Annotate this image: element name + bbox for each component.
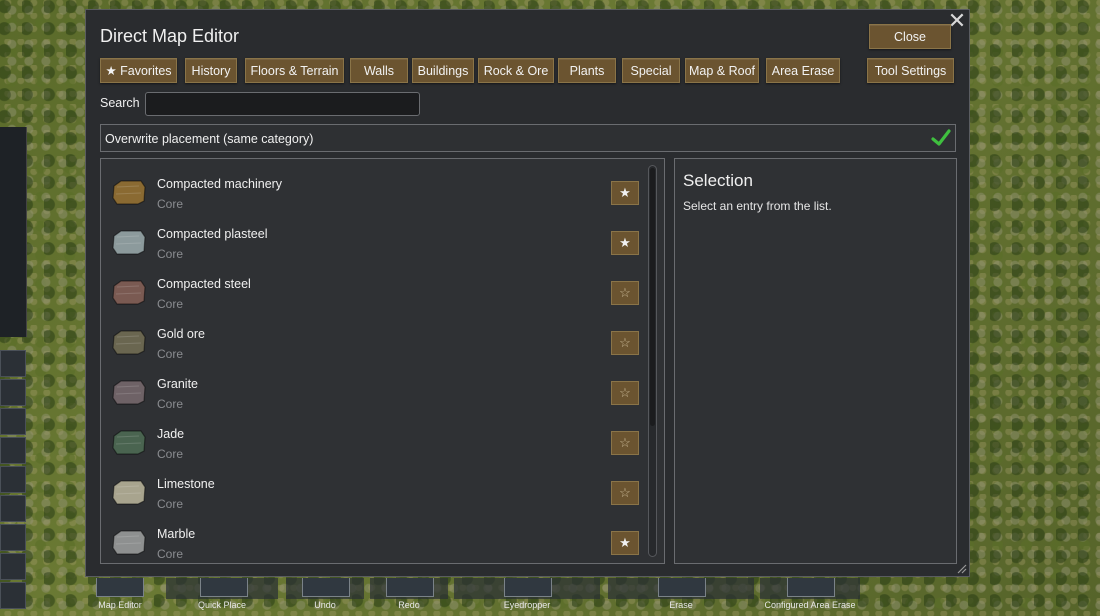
- left-tab[interactable]: [0, 495, 26, 522]
- favorite-star-button[interactable]: ☆: [611, 431, 639, 455]
- undo-icon: [302, 578, 350, 597]
- item-name: Compacted machinery: [157, 177, 283, 191]
- overwrite-placement-toggle[interactable]: Overwrite placement (same category): [100, 124, 956, 152]
- search-label: Search: [100, 96, 140, 110]
- list-item[interactable]: Granite Core ☆: [101, 364, 641, 414]
- item-name: Jade: [157, 427, 185, 441]
- window-title: Direct Map Editor: [100, 26, 240, 46]
- item-source: Core: [157, 547, 184, 561]
- list-item[interactable]: Compacted steel Core ☆: [101, 264, 641, 314]
- item-source: Core: [157, 297, 184, 311]
- tab-special[interactable]: Special: [622, 58, 680, 83]
- selection-panel: Selection Select an entry from the list.: [674, 158, 957, 564]
- material-swatch-icon: [112, 530, 146, 555]
- overwrite-label: Overwrite placement (same category): [105, 132, 314, 146]
- tab-floors-terrain[interactable]: Floors & Terrain: [245, 58, 344, 83]
- map-editor-label: Map Editor: [98, 600, 142, 610]
- material-swatch-icon: [112, 330, 146, 355]
- undo-button[interactable]: Undo: [286, 578, 364, 616]
- favorite-star-button[interactable]: ★: [611, 231, 639, 255]
- material-swatch-icon: [112, 180, 146, 205]
- scrollbar-thumb[interactable]: [650, 168, 655, 426]
- redo-label: Redo: [398, 600, 420, 610]
- erase-button[interactable]: Erase: [608, 578, 754, 616]
- favorite-star-button[interactable]: ☆: [611, 281, 639, 305]
- tab-buildings[interactable]: Buildings: [412, 58, 474, 83]
- left-tab[interactable]: [0, 466, 26, 493]
- tab-favorites[interactable]: ★ Favorites: [100, 58, 177, 83]
- bottom-toolbar: Map Editor Quick Place Undo Redo Eyedrop…: [80, 578, 860, 616]
- left-side-panel: [0, 127, 27, 337]
- favorite-star-button[interactable]: ☆: [611, 381, 639, 405]
- selection-title: Selection: [683, 171, 753, 190]
- tab-area-erase[interactable]: Area Erase: [766, 58, 840, 83]
- erase-label: Erase: [669, 600, 693, 610]
- material-swatch-icon: [112, 480, 146, 505]
- left-tab[interactable]: [0, 524, 26, 551]
- quick-place-icon: [200, 578, 248, 597]
- item-source: Core: [157, 347, 184, 361]
- item-name: Compacted steel: [157, 277, 251, 291]
- redo-button[interactable]: Redo: [370, 578, 448, 616]
- undo-label: Undo: [314, 600, 336, 610]
- left-tab[interactable]: [0, 350, 26, 377]
- configured-area-erase-button[interactable]: Configured Area Erase: [760, 578, 860, 616]
- left-tab[interactable]: [0, 437, 26, 464]
- left-tab[interactable]: [0, 582, 26, 609]
- favorite-star-button[interactable]: ☆: [611, 331, 639, 355]
- list-item[interactable]: Jade Core ☆: [101, 414, 641, 464]
- list-item[interactable]: Compacted plasteel Core ★: [101, 214, 641, 264]
- direct-map-editor-window: ✕ Direct Map Editor Close ★ Favorites Hi…: [85, 9, 970, 577]
- item-name: Granite: [157, 377, 198, 391]
- item-name: Limestone: [157, 477, 215, 491]
- list-item[interactable]: Compacted machinery Core ★: [101, 164, 641, 214]
- redo-icon: [386, 578, 434, 597]
- item-source: Core: [157, 397, 184, 411]
- list-item[interactable]: Gold ore Core ☆: [101, 314, 641, 364]
- item-list: Compacted machinery Core ★ Compacted plaste…: [100, 158, 665, 564]
- map-editor-icon: [96, 578, 144, 597]
- left-tab[interactable]: [0, 379, 26, 406]
- left-tab[interactable]: [0, 408, 26, 435]
- left-side-tabs: [0, 350, 26, 611]
- eyedropper-label: Eyedropper: [503, 600, 551, 610]
- material-swatch-icon: [112, 430, 146, 455]
- item-source: Core: [157, 447, 184, 461]
- material-swatch-icon: [112, 280, 146, 305]
- material-swatch-icon: [112, 230, 146, 255]
- material-swatch-icon: [112, 380, 146, 405]
- favorite-star-button[interactable]: ★: [611, 181, 639, 205]
- item-source: Core: [157, 247, 184, 261]
- checkmark-icon: [931, 129, 951, 146]
- tab-plants[interactable]: Plants: [558, 58, 616, 83]
- favorite-star-button[interactable]: ☆: [611, 481, 639, 505]
- selection-hint: Select an entry from the list.: [683, 199, 832, 213]
- tab-map-roof[interactable]: Map & Roof: [685, 58, 759, 83]
- eyedropper-icon: [504, 578, 552, 597]
- list-item[interactable]: Marble Core ★: [101, 514, 641, 563]
- list-scrollbar[interactable]: [648, 165, 657, 557]
- favorite-star-button[interactable]: ★: [611, 531, 639, 555]
- tab-rock-ore[interactable]: Rock & Ore: [478, 58, 554, 83]
- item-name: Compacted plasteel: [157, 227, 268, 241]
- eyedropper-button[interactable]: Eyedropper: [454, 578, 600, 616]
- quick-place-button[interactable]: Quick Place: [166, 578, 278, 616]
- map-editor-button[interactable]: Map Editor: [80, 578, 160, 616]
- tab-walls[interactable]: Walls: [350, 58, 408, 83]
- list-item[interactable]: Limestone Core ☆: [101, 464, 641, 514]
- quick-place-label: Quick Place: [197, 600, 247, 610]
- search-input[interactable]: [145, 92, 420, 116]
- item-source: Core: [157, 197, 184, 211]
- resize-grip-icon[interactable]: [955, 562, 967, 574]
- erase-icon: [658, 578, 706, 597]
- item-source: Core: [157, 497, 184, 511]
- configured-area-erase-label: Configured Area Erase: [764, 600, 856, 610]
- item-name: Gold ore: [157, 327, 205, 341]
- tab-history[interactable]: History: [185, 58, 237, 83]
- area-erase-icon: [787, 578, 835, 597]
- close-button[interactable]: Close: [869, 24, 951, 49]
- left-tab[interactable]: [0, 553, 26, 580]
- item-name: Marble: [157, 527, 196, 541]
- tool-settings-button[interactable]: Tool Settings: [867, 58, 954, 83]
